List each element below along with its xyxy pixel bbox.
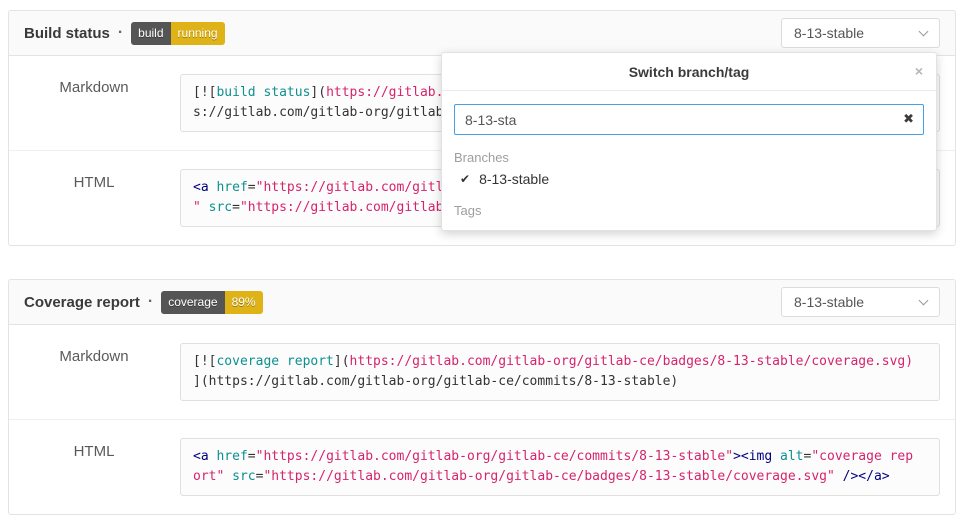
badge-label: coverage <box>161 291 224 314</box>
coverage-badge: coverage 89% <box>161 291 262 314</box>
tags-section-label: Tags <box>454 203 924 218</box>
chevron-down-icon <box>919 295 929 305</box>
clear-search-icon[interactable]: ✖ <box>903 111 914 127</box>
panel-title: Coverage report <box>24 294 140 311</box>
coverage-report-header: Coverage report · coverage 89% 8-13-stab… <box>9 280 955 325</box>
markdown-label: Markdown <box>24 343 164 401</box>
build-status-badge: build running <box>131 22 224 45</box>
check-icon: ✔ <box>460 172 470 186</box>
panel-title: Build status <box>24 25 110 42</box>
badge-value: running <box>171 22 225 45</box>
badge-value: 89% <box>225 291 263 314</box>
branch-selector-value: 8-13-stable <box>794 25 864 41</box>
branch-search-input[interactable] <box>454 104 924 135</box>
title-separator: · <box>118 24 123 42</box>
branch-search-wrap: ✖ <box>454 104 924 135</box>
branch-item-label: 8-13-stable <box>479 171 549 187</box>
markdown-label: Markdown <box>24 74 164 132</box>
branches-section-label: Branches <box>454 150 924 165</box>
branch-item-8-13-stable[interactable]: ✔ 8-13-stable <box>442 165 936 188</box>
coverage-markdown-snippet: [![coverage report](https://gitlab.com/g… <box>180 343 940 401</box>
markdown-row: Markdown [![coverage report](https://git… <box>9 325 955 419</box>
popup-header: Switch branch/tag × <box>442 53 936 91</box>
badge-label: build <box>131 22 170 45</box>
branch-selector-value: 8-13-stable <box>794 294 864 310</box>
branch-selector-dropdown[interactable]: 8-13-stable <box>781 18 940 48</box>
popup-title: Switch branch/tag <box>629 64 750 80</box>
branch-selector-dropdown[interactable]: 8-13-stable <box>781 287 940 317</box>
close-icon[interactable]: × <box>915 62 923 82</box>
html-row: HTML <a href="https://gitlab.com/gitlab-… <box>9 419 955 514</box>
switch-branch-popup: Switch branch/tag × ✖ Branches ✔ 8-13-st… <box>441 52 937 231</box>
coverage-report-body: Markdown [![coverage report](https://git… <box>9 325 955 514</box>
coverage-html-snippet: <a href="https://gitlab.com/gitlab-org/g… <box>180 438 940 496</box>
html-label: HTML <box>24 169 164 227</box>
coverage-report-panel: Coverage report · coverage 89% 8-13-stab… <box>8 279 956 515</box>
build-status-header: Build status · build running 8-13-stable <box>9 11 955 56</box>
html-label: HTML <box>24 438 164 496</box>
chevron-down-icon <box>919 26 929 36</box>
title-separator: · <box>148 293 153 311</box>
